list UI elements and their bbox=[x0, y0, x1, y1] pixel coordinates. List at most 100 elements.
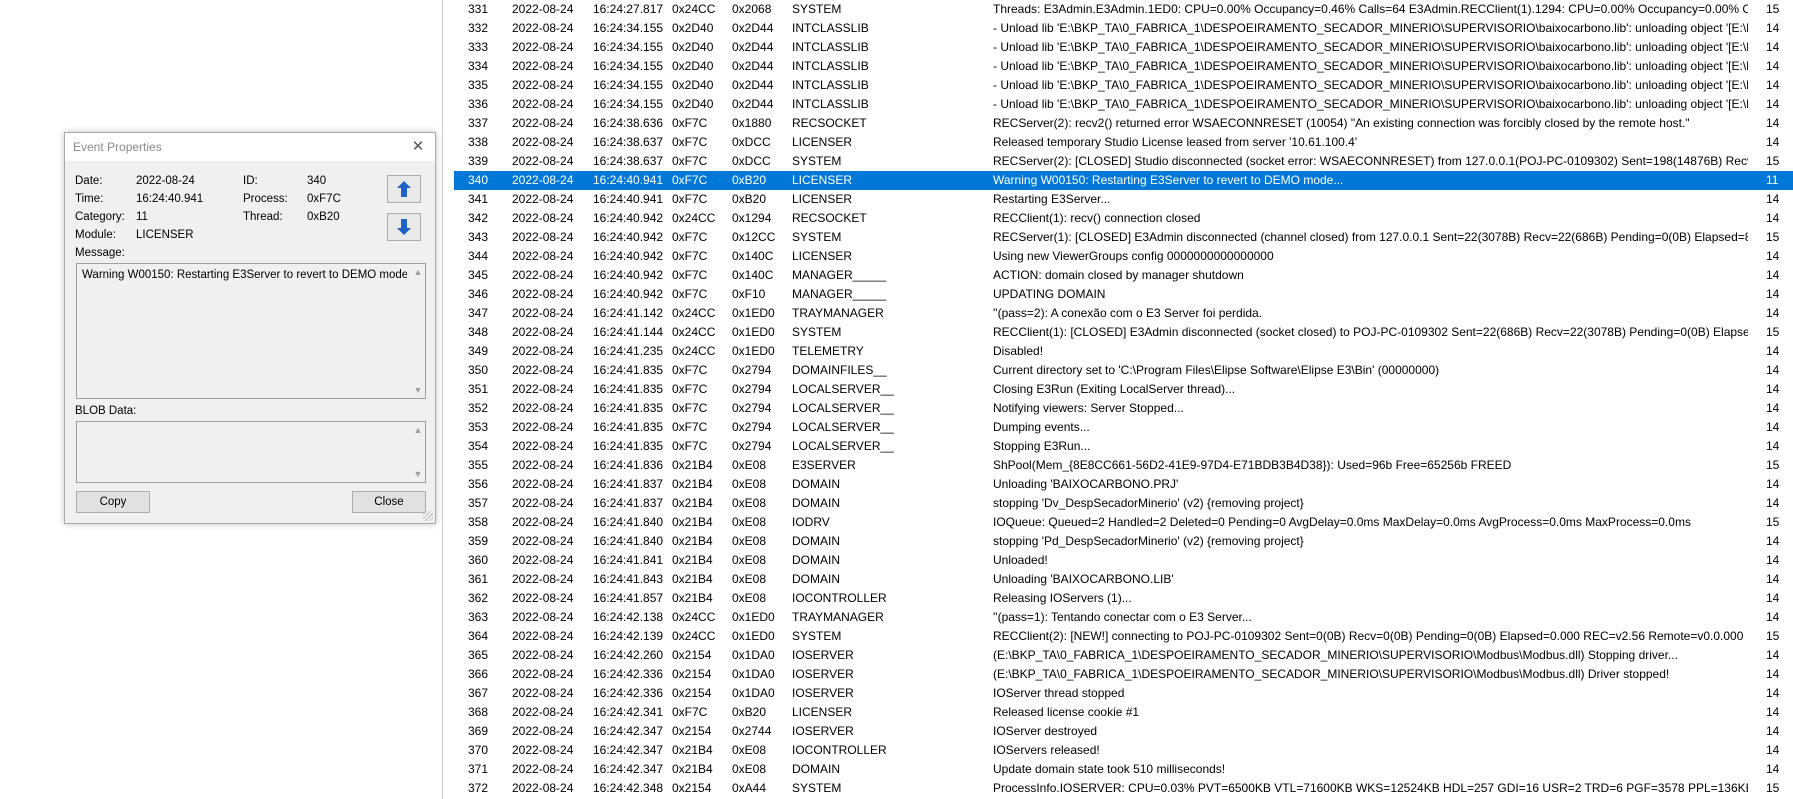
row-thread: 0x1ED0 bbox=[732, 610, 775, 624]
table-row[interactable]: 372 2022-08-24 16:24:42.348 0x2154 0xA44 SYST… bbox=[454, 779, 1793, 798]
row-message: IOServer thread stopped bbox=[993, 686, 1125, 700]
previous-event-button[interactable] bbox=[387, 175, 421, 203]
table-row[interactable]: 366 2022-08-24 16:24:42.336 0x2154 0x1DA0 IOS… bbox=[454, 665, 1793, 684]
table-row[interactable]: 345 2022-08-24 16:24:40.942 0xF7C 0x140C MANA… bbox=[454, 266, 1793, 285]
row-time: 16:24:40.942 bbox=[593, 230, 664, 244]
row-date: 2022-08-24 bbox=[512, 382, 574, 396]
table-row[interactable]: 336 2022-08-24 16:24:34.155 0x2D40 0x2D44 INT… bbox=[454, 95, 1793, 114]
row-time: 16:24:42.139 bbox=[593, 629, 664, 643]
row-number: 331 bbox=[468, 2, 489, 16]
table-row[interactable]: 335 2022-08-24 16:24:34.155 0x2D40 0x2D44 INT… bbox=[454, 76, 1793, 95]
row-number: 356 bbox=[468, 477, 489, 491]
table-row[interactable]: 344 2022-08-24 16:24:40.942 0xF7C 0x140C LICE… bbox=[454, 247, 1793, 266]
table-row[interactable]: 363 2022-08-24 16:24:42.138 0x24CC 0x1ED0 TRA… bbox=[454, 608, 1793, 627]
row-category: 14 bbox=[1766, 344, 1780, 358]
blob-label: BLOB Data: bbox=[75, 405, 137, 417]
table-row[interactable]: 354 2022-08-24 16:24:41.835 0xF7C 0x2794 LOCA… bbox=[454, 437, 1793, 456]
row-category: 14 bbox=[1766, 686, 1780, 700]
table-row[interactable]: 331 2022-08-24 16:24:27.817 0x24CC 0x2068 SYS… bbox=[454, 0, 1793, 19]
table-row[interactable]: 347 2022-08-24 16:24:41.142 0x24CC 0x1ED0 TRA… bbox=[454, 304, 1793, 323]
message-scrollbar[interactable]: ▲ ▼ bbox=[411, 264, 425, 398]
blob-textbox[interactable]: ▲ ▼ bbox=[76, 421, 426, 483]
message-textbox[interactable]: Warning W00150: Restarting E3Server to r… bbox=[76, 263, 426, 399]
table-row[interactable]: 362 2022-08-24 16:24:41.857 0x21B4 0xE08 IOCO… bbox=[454, 589, 1793, 608]
row-number: 354 bbox=[468, 439, 489, 453]
event-log-list[interactable]: 331 2022-08-24 16:24:27.817 0x24CC 0x2068 SYS… bbox=[454, 0, 1793, 799]
table-row[interactable]: 357 2022-08-24 16:24:41.837 0x21B4 0xE08 DOMA… bbox=[454, 494, 1793, 513]
row-date: 2022-08-24 bbox=[512, 667, 574, 681]
scroll-up-icon[interactable]: ▲ bbox=[411, 423, 425, 437]
row-time: 16:24:41.835 bbox=[593, 439, 664, 453]
table-row[interactable]: 342 2022-08-24 16:24:40.942 0x24CC 0x1294 REC… bbox=[454, 209, 1793, 228]
row-number: 342 bbox=[468, 211, 489, 225]
resize-grip-icon[interactable] bbox=[423, 511, 433, 521]
row-module: LICENSER bbox=[792, 135, 853, 149]
table-row[interactable]: 352 2022-08-24 16:24:41.835 0xF7C 0x2794 LOCA… bbox=[454, 399, 1793, 418]
table-row[interactable]: 338 2022-08-24 16:24:38.637 0xF7C 0xDCC LICEN… bbox=[454, 133, 1793, 152]
selected-table-row[interactable]: 340 2022-08-24 16:24:40.941 0xF7C 0xB20 LICEN… bbox=[454, 171, 1793, 190]
table-row[interactable]: 350 2022-08-24 16:24:41.835 0xF7C 0x2794 DOMA… bbox=[454, 361, 1793, 380]
row-category: 14 bbox=[1766, 591, 1780, 605]
row-module: TRAYMANAGER bbox=[792, 610, 884, 624]
table-row[interactable]: 356 2022-08-24 16:24:41.837 0x21B4 0xE08 DOMA… bbox=[454, 475, 1793, 494]
row-time: 16:24:38.636 bbox=[593, 116, 664, 130]
table-row[interactable]: 353 2022-08-24 16:24:41.835 0xF7C 0x2794 LOCA… bbox=[454, 418, 1793, 437]
close-button[interactable]: Close bbox=[352, 491, 426, 513]
pane-divider[interactable] bbox=[442, 0, 443, 799]
row-time: 16:24:27.817 bbox=[593, 2, 664, 16]
row-message: ''(pass=2): A conexão com o E3 Server fo… bbox=[993, 306, 1263, 320]
copy-button[interactable]: Copy bbox=[76, 491, 150, 513]
table-row[interactable]: 359 2022-08-24 16:24:41.840 0x21B4 0xE08 DOMA… bbox=[454, 532, 1793, 551]
table-row[interactable]: 365 2022-08-24 16:24:42.260 0x2154 0x1DA0 IOS… bbox=[454, 646, 1793, 665]
table-row[interactable]: 334 2022-08-24 16:24:34.155 0x2D40 0x2D44 INT… bbox=[454, 57, 1793, 76]
dialog-titlebar[interactable]: Event Properties ✕ bbox=[65, 133, 435, 161]
table-row[interactable]: 361 2022-08-24 16:24:41.843 0x21B4 0xE08 DOMA… bbox=[454, 570, 1793, 589]
scroll-up-icon[interactable]: ▲ bbox=[411, 265, 425, 279]
row-time: 16:24:41.144 bbox=[593, 325, 664, 339]
table-row[interactable]: 370 2022-08-24 16:24:42.347 0x21B4 0xE08 IOCO… bbox=[454, 741, 1793, 760]
row-process: 0x2154 bbox=[672, 781, 712, 795]
table-row[interactable]: 346 2022-08-24 16:24:40.942 0xF7C 0xF10 MANAG… bbox=[454, 285, 1793, 304]
row-message: RECServer(2): [CLOSED] Studio disconnect… bbox=[993, 154, 1748, 168]
row-time: 16:24:38.637 bbox=[593, 154, 664, 168]
row-process: 0xF7C bbox=[672, 230, 708, 244]
table-row[interactable]: 351 2022-08-24 16:24:41.835 0xF7C 0x2794 LOCA… bbox=[454, 380, 1793, 399]
next-event-button[interactable] bbox=[387, 213, 421, 241]
row-date: 2022-08-24 bbox=[512, 439, 574, 453]
row-date: 2022-08-24 bbox=[512, 78, 574, 92]
table-row[interactable]: 332 2022-08-24 16:24:34.155 0x2D40 0x2D44 INT… bbox=[454, 19, 1793, 38]
table-row[interactable]: 368 2022-08-24 16:24:42.341 0xF7C 0xB20 LICEN… bbox=[454, 703, 1793, 722]
table-row[interactable]: 369 2022-08-24 16:24:42.347 0x2154 0x2744 IOS… bbox=[454, 722, 1793, 741]
row-message: Unloading 'BAIXOCARBONO.LIB' bbox=[993, 572, 1174, 586]
table-row[interactable]: 337 2022-08-24 16:24:38.636 0xF7C 0x1880 RECS… bbox=[454, 114, 1793, 133]
scroll-down-icon[interactable]: ▼ bbox=[411, 467, 425, 481]
row-time: 16:24:42.348 bbox=[593, 781, 664, 795]
table-row[interactable]: 367 2022-08-24 16:24:42.336 0x2154 0x1DA0 IOS… bbox=[454, 684, 1793, 703]
row-category: 15 bbox=[1766, 325, 1780, 339]
row-process: 0x21B4 bbox=[672, 572, 713, 586]
table-row[interactable]: 348 2022-08-24 16:24:41.144 0x24CC 0x1ED0 SYS… bbox=[454, 323, 1793, 342]
table-row[interactable]: 360 2022-08-24 16:24:41.841 0x21B4 0xE08 DOMA… bbox=[454, 551, 1793, 570]
row-module: LICENSER bbox=[792, 249, 853, 263]
scroll-down-icon[interactable]: ▼ bbox=[411, 383, 425, 397]
row-message: Disabled! bbox=[993, 344, 1044, 358]
row-thread: 0x12CC bbox=[732, 230, 776, 244]
table-row[interactable]: 371 2022-08-24 16:24:42.347 0x21B4 0xE08 DOMA… bbox=[454, 760, 1793, 779]
row-thread: 0x1ED0 bbox=[732, 629, 775, 643]
table-row[interactable]: 349 2022-08-24 16:24:41.235 0x24CC 0x1ED0 TEL… bbox=[454, 342, 1793, 361]
row-date: 2022-08-24 bbox=[512, 477, 574, 491]
row-thread: 0x1DA0 bbox=[732, 686, 775, 700]
row-date: 2022-08-24 bbox=[512, 534, 574, 548]
table-row[interactable]: 343 2022-08-24 16:24:40.942 0xF7C 0x12CC SYST… bbox=[454, 228, 1793, 247]
table-row[interactable]: 339 2022-08-24 16:24:38.637 0xF7C 0xDCC SYSTE… bbox=[454, 152, 1793, 171]
table-row[interactable]: 364 2022-08-24 16:24:42.139 0x24CC 0x1ED0 SYS… bbox=[454, 627, 1793, 646]
close-icon[interactable]: ✕ bbox=[407, 136, 429, 158]
table-row[interactable]: 333 2022-08-24 16:24:34.155 0x2D40 0x2D44 INT… bbox=[454, 38, 1793, 57]
row-category: 14 bbox=[1766, 78, 1780, 92]
table-row[interactable]: 355 2022-08-24 16:24:41.836 0x21B4 0xE08 E3SE… bbox=[454, 456, 1793, 475]
table-row[interactable]: 358 2022-08-24 16:24:41.840 0x21B4 0xE08 IODR… bbox=[454, 513, 1793, 532]
blob-scrollbar[interactable]: ▲ ▼ bbox=[411, 422, 425, 482]
table-row[interactable]: 341 2022-08-24 16:24:40.941 0xF7C 0xB20 LICEN… bbox=[454, 190, 1793, 209]
row-message: IOServer destroyed bbox=[993, 724, 1098, 738]
arrow-up-icon bbox=[397, 181, 411, 197]
